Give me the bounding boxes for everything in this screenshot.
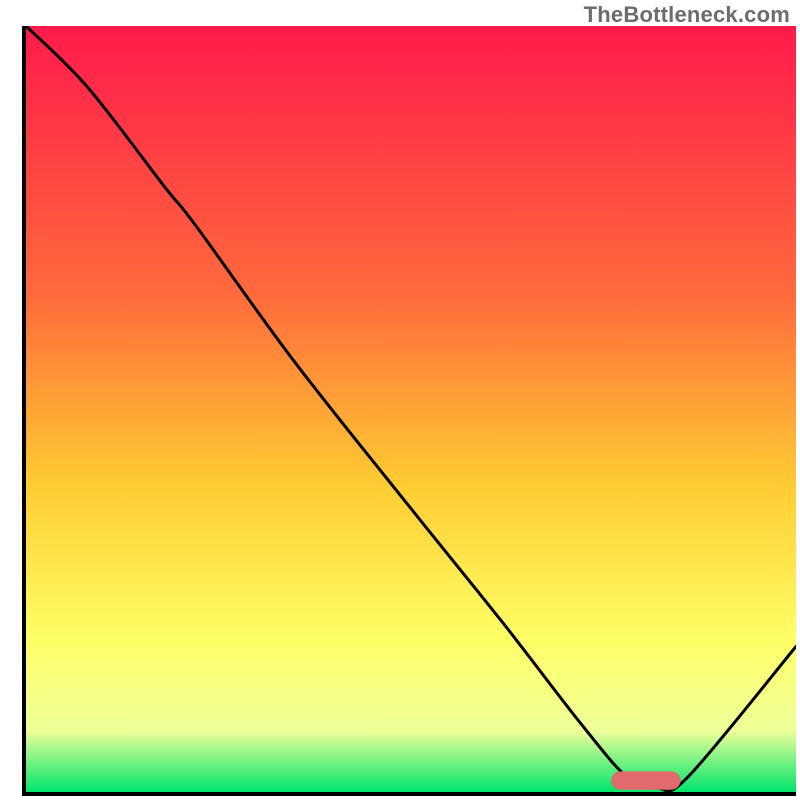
plot-frame [22, 26, 796, 796]
attribution-text: TheBottleneck.com [584, 2, 790, 28]
plot-area [26, 26, 796, 792]
gradient-background [26, 26, 796, 792]
optimal-range-marker [611, 771, 680, 789]
chart-svg [26, 26, 796, 792]
